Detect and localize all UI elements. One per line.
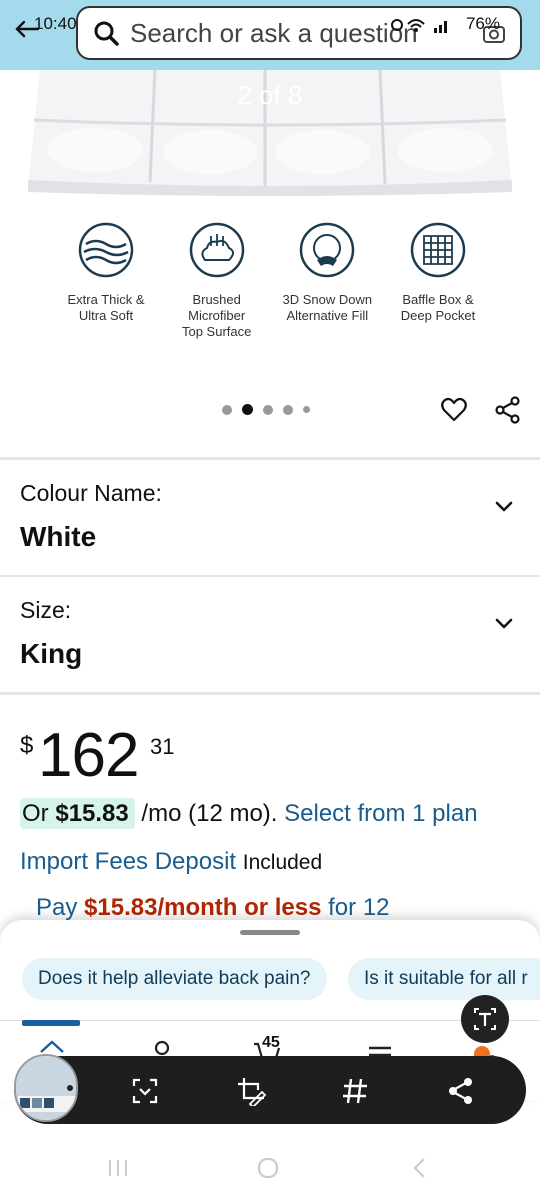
pay-suffix[interactable]: for 12 bbox=[328, 894, 389, 921]
status-time: 10:40 bbox=[34, 14, 77, 33]
carousel-dots[interactable] bbox=[222, 404, 310, 415]
carousel-dot[interactable] bbox=[263, 404, 273, 415]
question-chip[interactable]: Does it help alleviate back pain? bbox=[22, 958, 327, 1000]
search-input[interactable]: Search or ask a question bbox=[76, 6, 522, 60]
feature-list: Extra Thick & Ultra Soft Brushed Microfi… bbox=[52, 222, 492, 340]
divider bbox=[0, 457, 540, 460]
feature-item: Baffle Box & Deep Pocket bbox=[384, 222, 492, 340]
hashtag-icon[interactable] bbox=[340, 1076, 370, 1106]
feature-text: Extra Thick & Ultra Soft bbox=[67, 292, 145, 323]
question-chip[interactable]: Is it suitable for all r bbox=[348, 958, 540, 1000]
recent-apps-icon[interactable] bbox=[106, 1156, 130, 1180]
pay-amount: $15.83/month or less bbox=[84, 894, 322, 921]
import-fees-link[interactable]: Import Fees Deposit bbox=[20, 848, 236, 875]
divider bbox=[0, 692, 540, 695]
feature-text: 3D Snow Down Alternative Fill bbox=[282, 292, 373, 323]
chevron-down-icon[interactable] bbox=[494, 617, 514, 631]
image-counter: 2 of 8 bbox=[237, 80, 303, 110]
carousel-dot-active[interactable] bbox=[242, 404, 253, 415]
cotton-icon bbox=[300, 222, 355, 278]
divider bbox=[0, 575, 540, 577]
chevron-down-icon[interactable] bbox=[494, 500, 514, 514]
price-fraction: 31 bbox=[150, 734, 175, 759]
select-plan-link[interactable]: Select from 1 plan bbox=[284, 800, 477, 827]
monthly-amount: $15.83 bbox=[55, 800, 129, 827]
feature-item: Extra Thick & Ultra Soft bbox=[52, 222, 160, 340]
home-button-icon[interactable] bbox=[256, 1156, 280, 1180]
monthly-term: /mo (12 mo). bbox=[141, 800, 278, 827]
screenshot-thumbnail[interactable] bbox=[14, 1054, 78, 1122]
price-whole: 162 bbox=[38, 721, 139, 790]
size-selector[interactable]: Size: King bbox=[20, 597, 82, 670]
carousel-dot[interactable] bbox=[222, 404, 232, 415]
back-button-icon[interactable] bbox=[408, 1156, 432, 1180]
pay-prefix[interactable]: Pay bbox=[36, 894, 77, 921]
colour-value: White bbox=[20, 521, 97, 552]
active-tab-indicator bbox=[22, 1020, 80, 1026]
search-placeholder: Search or ask a question bbox=[130, 17, 418, 48]
cloud-icon bbox=[189, 222, 244, 278]
heart-icon[interactable] bbox=[440, 396, 468, 424]
pay-monthly-line: Pay $15.83/month or less for 12 bbox=[36, 894, 390, 922]
waves-icon bbox=[78, 222, 134, 278]
colour-selector[interactable]: Colour Name: White bbox=[20, 480, 162, 553]
share-icon[interactable] bbox=[446, 1076, 476, 1106]
status-icons bbox=[391, 19, 447, 33]
product-image[interactable]: 2 of 8 bbox=[0, 70, 540, 200]
search-icon bbox=[94, 21, 119, 46]
feature-text: Baffle Box & Deep Pocket bbox=[400, 292, 476, 323]
thumbnail-image bbox=[16, 1056, 76, 1120]
smart-select-icon[interactable] bbox=[130, 1076, 160, 1106]
monthly-or: Or bbox=[22, 800, 49, 827]
monthly-highlight: Or $15.83 bbox=[20, 798, 135, 829]
text-scan-icon bbox=[474, 1008, 496, 1030]
size-value: King bbox=[20, 638, 83, 669]
grid-icon bbox=[410, 222, 466, 278]
feature-item: 3D Snow Down Alternative Fill bbox=[273, 222, 381, 340]
import-fees-status: Included bbox=[242, 851, 323, 874]
cart-count: 45 bbox=[262, 1034, 280, 1051]
import-fees: Import Fees Deposit Included bbox=[20, 848, 322, 876]
carousel-dot[interactable] bbox=[283, 404, 293, 415]
sheet-divider bbox=[0, 1020, 540, 1021]
edit-crop-icon[interactable] bbox=[236, 1076, 266, 1106]
share-icon[interactable] bbox=[494, 396, 522, 424]
sheet-handle[interactable] bbox=[240, 930, 300, 935]
colour-label: Colour Name: bbox=[20, 480, 162, 506]
feature-text: Brushed Microfiber Top Surface bbox=[181, 292, 252, 339]
monthly-payment: Or $15.83 /mo (12 mo). Select from 1 pla… bbox=[20, 798, 478, 829]
text-extract-button[interactable] bbox=[461, 995, 509, 1043]
battery-level: 76% bbox=[465, 14, 500, 33]
size-label: Size: bbox=[20, 597, 72, 623]
carousel-dot[interactable] bbox=[303, 406, 310, 413]
feature-item: Brushed Microfiber Top Surface bbox=[163, 222, 271, 340]
price-currency: $ bbox=[20, 732, 34, 759]
